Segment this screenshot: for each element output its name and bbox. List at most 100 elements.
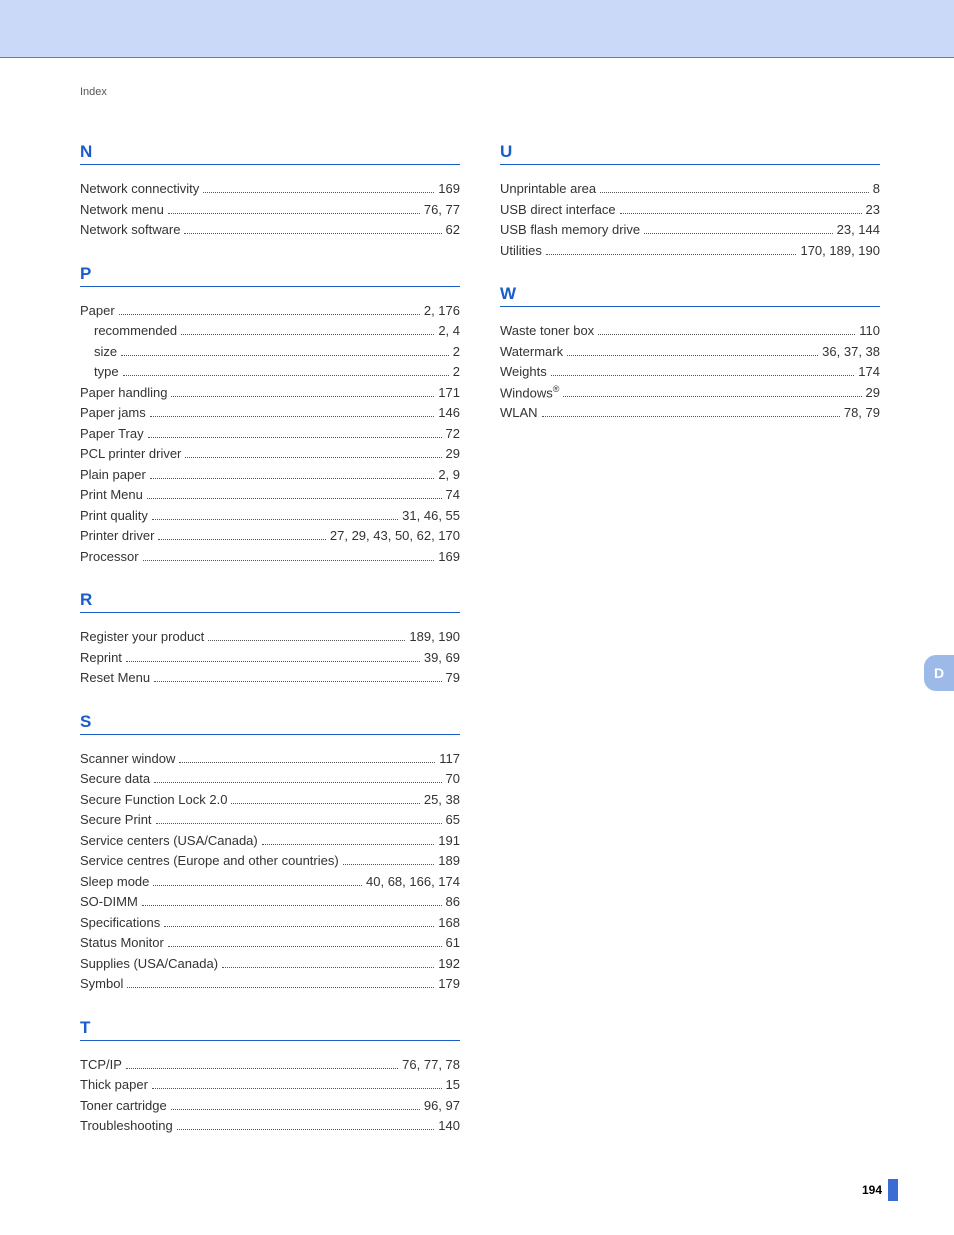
entry-term: Paper — [80, 301, 115, 321]
index-entry[interactable]: Reprint39, 69 — [80, 648, 460, 668]
entry-term: Service centers (USA/Canada) — [80, 831, 258, 851]
entry-term: SO-DIMM — [80, 892, 138, 912]
entry-term: Scanner window — [80, 749, 175, 769]
entry-pages: 23, 144 — [837, 220, 880, 240]
index-entry[interactable]: Paper 2, 176 — [80, 301, 460, 321]
index-section: PPaper2, 176recommended2, 4size2type2Pap… — [80, 264, 460, 567]
entry-pages: 31, 46, 55 — [402, 506, 460, 526]
entry-pages: 169 — [438, 179, 460, 199]
entry-pages: 2 — [453, 342, 460, 362]
index-entry[interactable]: SO-DIMM86 — [80, 892, 460, 912]
entry-pages: 29 — [446, 444, 460, 464]
index-column: N Network connectivity 169Network menu76, … — [80, 136, 460, 1160]
entry-pages: 2, 176 — [424, 301, 460, 321]
leader-dots — [231, 803, 419, 804]
index-entry[interactable]: Scanner window117 — [80, 749, 460, 769]
section-rule — [500, 306, 880, 307]
entry-term: Sleep mode — [80, 872, 149, 892]
section-letter: W — [500, 284, 880, 304]
index-entry[interactable]: Watermark36, 37, 38 — [500, 342, 880, 362]
page-number-area: 194 — [862, 1179, 898, 1201]
entry-term: Weights — [500, 362, 547, 382]
index-entry[interactable]: Windows®29 — [500, 383, 880, 403]
entry-term: Watermark — [500, 342, 563, 362]
index-entry[interactable]: Print quality 31, 46, 55 — [80, 506, 460, 526]
entry-pages: 140 — [438, 1116, 460, 1136]
index-entry[interactable]: Printer driver27, 29, 43, 50, 62, 170 — [80, 526, 460, 546]
index-section: W Waste toner box110Watermark36, 37, 38We… — [500, 284, 880, 423]
index-entry[interactable]: TCP/IP76, 77, 78 — [80, 1055, 460, 1075]
index-entry[interactable]: Weights174 — [500, 362, 880, 382]
index-entry[interactable]: type 2 — [80, 362, 460, 382]
entry-pages: 40, 68, 166, 174 — [366, 872, 460, 892]
index-entry[interactable]: Paper handling171 — [80, 383, 460, 403]
leader-dots — [177, 1129, 435, 1130]
index-entry[interactable]: Symbol179 — [80, 974, 460, 994]
entry-term: Print quality — [80, 506, 148, 526]
entry-term: Supplies (USA/Canada) — [80, 954, 218, 974]
leader-dots — [150, 478, 435, 479]
entry-pages: 25, 38 — [424, 790, 460, 810]
side-tab[interactable]: D — [924, 655, 954, 691]
section-letter: R — [80, 590, 460, 610]
section-letter: S — [80, 712, 460, 732]
index-entry[interactable]: Paper jams146 — [80, 403, 460, 423]
index-entry[interactable]: Status Monitor61 — [80, 933, 460, 953]
entry-term: Specifications — [80, 913, 160, 933]
index-entry[interactable]: Secure data70 — [80, 769, 460, 789]
index-section: UUnprintable area8USB direct interface23… — [500, 142, 880, 260]
index-entry[interactable]: Secure Print65 — [80, 810, 460, 830]
index-entry[interactable]: Network software62 — [80, 220, 460, 240]
index-entry[interactable]: Unprintable area8 — [500, 179, 880, 199]
page-number-bar-icon — [888, 1179, 898, 1201]
entry-pages: 168 — [438, 913, 460, 933]
index-entry[interactable]: Utilities170, 189, 190 — [500, 241, 880, 261]
entry-term: WLAN — [500, 403, 538, 423]
leader-dots — [154, 782, 441, 783]
entry-term: Secure Function Lock 2.0 — [80, 790, 227, 810]
index-entry[interactable]: Paper Tray72 — [80, 424, 460, 444]
index-entry[interactable]: Reset Menu79 — [80, 668, 460, 688]
entry-pages: 23 — [866, 200, 880, 220]
index-entry[interactable]: Waste toner box110 — [500, 321, 880, 341]
index-entry[interactable]: Supplies (USA/Canada)192 — [80, 954, 460, 974]
leader-dots — [203, 192, 434, 193]
leader-dots — [121, 355, 449, 356]
index-entry[interactable]: Network connectivity 169 — [80, 179, 460, 199]
entry-term: type — [94, 362, 119, 382]
entry-term: Unprintable area — [500, 179, 596, 199]
section-rule — [80, 1040, 460, 1041]
entry-term: Register your product — [80, 627, 204, 647]
entry-pages: 2, 9 — [438, 465, 460, 485]
index-entry[interactable]: Service centers (USA/Canada)191 — [80, 831, 460, 851]
index-entry[interactable]: Network menu76, 77 — [80, 200, 460, 220]
index-entry[interactable]: recommended2, 4 — [80, 321, 460, 341]
index-entry[interactable]: Secure Function Lock 2.0 25, 38 — [80, 790, 460, 810]
index-entry[interactable]: Service centres (Europe and other countr… — [80, 851, 460, 871]
index-entry[interactable]: Thick paper15 — [80, 1075, 460, 1095]
entry-term: Network connectivity — [80, 179, 199, 199]
index-entry[interactable]: Plain paper2, 9 — [80, 465, 460, 485]
index-entry[interactable]: Troubleshooting140 — [80, 1116, 460, 1136]
index-entry[interactable]: Specifications 168 — [80, 913, 460, 933]
section-letter: T — [80, 1018, 460, 1038]
index-entry[interactable]: Processor169 — [80, 547, 460, 567]
index-entry[interactable]: USB flash memory drive23, 144 — [500, 220, 880, 240]
entry-pages: 61 — [446, 933, 460, 953]
page-number: 194 — [862, 1183, 882, 1197]
index-entry[interactable]: USB direct interface23 — [500, 200, 880, 220]
leader-dots — [142, 905, 442, 906]
section-letter: N — [80, 142, 460, 162]
index-entry[interactable]: size2 — [80, 342, 460, 362]
entry-pages: 72 — [446, 424, 460, 444]
index-entry[interactable]: Toner cartridge96, 97 — [80, 1096, 460, 1116]
entry-pages: 2 — [453, 362, 460, 382]
index-entry[interactable]: Register your product189, 190 — [80, 627, 460, 647]
index-entry[interactable]: WLAN78, 79 — [500, 403, 880, 423]
leader-dots — [600, 192, 869, 193]
entry-term: Paper jams — [80, 403, 146, 423]
index-entry[interactable]: Sleep mode 40, 68, 166, 174 — [80, 872, 460, 892]
index-entry[interactable]: Print Menu74 — [80, 485, 460, 505]
section-rule — [80, 164, 460, 165]
index-entry[interactable]: PCL printer driver29 — [80, 444, 460, 464]
